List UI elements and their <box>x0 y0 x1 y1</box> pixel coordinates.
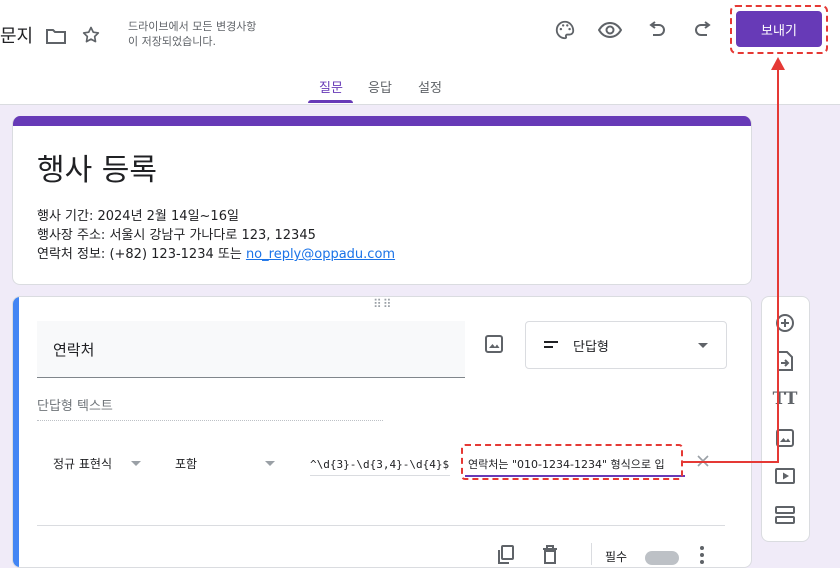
question-active-indicator <box>13 297 19 567</box>
save-status-line2: 이 저장되었습니다. <box>128 35 216 48</box>
undo-icon[interactable] <box>644 17 670 43</box>
active-tab-indicator <box>308 100 353 103</box>
side-toolbar: TT <box>761 296 810 542</box>
form-title-card[interactable]: 행사 등록 행사 기간: 2024년 2월 14일~16일 행사장 주소: 서울… <box>12 116 752 285</box>
folder-icon[interactable] <box>43 23 69 49</box>
app-header: 문지 드라이브에서 모든 변경사항 이 저장되었습니다. 보내기 질문 응답 설… <box>0 0 840 105</box>
more-options-icon[interactable] <box>699 545 705 565</box>
drag-handle-icon[interactable]: ⠿⠿ <box>373 298 393 310</box>
validation-type-caret-icon[interactable] <box>131 461 141 466</box>
question-type-select[interactable]: 단답형 <box>525 321 727 369</box>
description-line-address: 행사장 주소: 서울시 강남구 가나다로 123, 12345 <box>37 228 316 243</box>
image-icon[interactable] <box>483 333 505 355</box>
duplicate-icon[interactable] <box>497 545 515 565</box>
add-video-icon[interactable] <box>773 464 797 488</box>
question-title[interactable]: 연락처 <box>53 339 94 360</box>
preview-icon[interactable] <box>597 17 623 43</box>
add-image-icon[interactable] <box>773 426 797 450</box>
card-divider <box>37 525 725 526</box>
footer-separator <box>591 543 592 565</box>
add-title-icon[interactable]: TT <box>773 387 798 411</box>
short-answer-icon <box>544 341 558 348</box>
regex-pattern-input[interactable] <box>310 453 450 476</box>
short-answer-placeholder: 단답형 텍스트 <box>37 395 383 421</box>
required-label: 필수 <box>605 550 628 564</box>
send-button-highlight <box>730 5 828 54</box>
required-toggle[interactable] <box>645 551 679 565</box>
delete-icon[interactable] <box>542 545 558 565</box>
palette-icon[interactable] <box>552 17 578 43</box>
form-title[interactable]: 행사 등록 <box>37 145 157 189</box>
validation-condition-caret-icon[interactable] <box>265 461 275 466</box>
question-title-field[interactable]: 연락처 <box>37 321 465 378</box>
email-link[interactable]: no_reply@oppadu.com <box>246 247 395 262</box>
description-line-contact: 연락처 정보: (+82) 123-1234 또는 no_reply@oppad… <box>37 243 395 262</box>
star-icon[interactable] <box>78 22 104 48</box>
save-status: 드라이브에서 모든 변경사항 이 저장되었습니다. <box>128 19 256 49</box>
add-section-icon[interactable] <box>773 503 797 527</box>
question-type-label: 단답형 <box>573 340 609 355</box>
tab-responses[interactable]: 응답 <box>368 77 392 96</box>
error-text-highlight <box>461 444 683 480</box>
validation-type-select[interactable]: 정규 표현식 <box>53 455 112 472</box>
dropdown-caret-icon <box>698 343 708 348</box>
redo-icon[interactable] <box>690 17 716 43</box>
tab-settings[interactable]: 설정 <box>418 77 442 96</box>
contact-prefix: 연락처 정보: (+82) 123-1234 또는 <box>37 247 246 262</box>
document-title[interactable]: 문지 <box>0 22 33 48</box>
tab-questions[interactable]: 질문 <box>319 77 343 96</box>
save-status-line1: 드라이브에서 모든 변경사항 <box>128 20 257 33</box>
validation-condition-select[interactable]: 포함 <box>175 455 197 472</box>
title-card-accent <box>13 116 751 126</box>
add-question-icon[interactable] <box>773 311 797 335</box>
question-card[interactable]: ⠿⠿ 연락처 단답형 단답형 텍스트 정규 표현식 포함 필수 <box>12 296 752 568</box>
import-questions-icon[interactable] <box>773 349 797 373</box>
description-line-dates: 행사 기간: 2024년 2월 14일~16일 <box>37 209 239 224</box>
close-icon[interactable] <box>697 455 709 467</box>
